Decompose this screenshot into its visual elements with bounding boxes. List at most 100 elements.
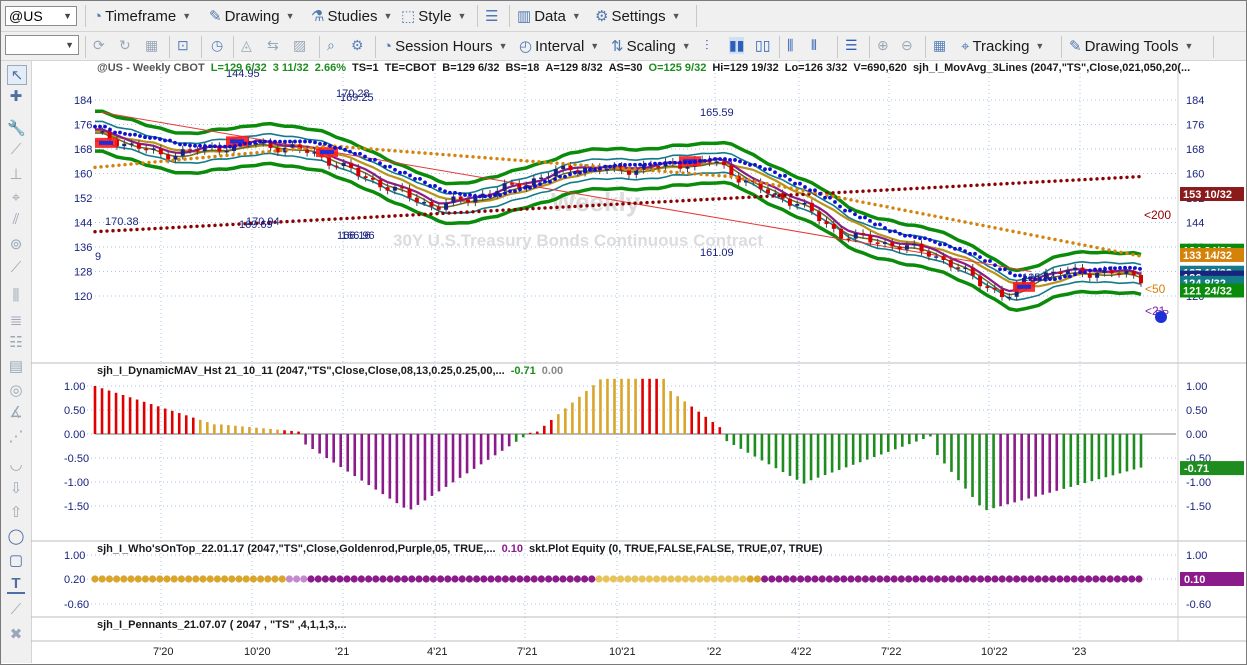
scaling-menu[interactable]: ⇅ Scaling ▼ [611,32,691,60]
ma50-dot [687,171,691,176]
arrow-down-tool-icon[interactable]: ⇩ [7,479,25,497]
ma200-dot [729,196,733,200]
candle-body [509,183,514,185]
ma200-dot [675,199,679,203]
compare-icon[interactable]: ⇆ [267,37,279,54]
fan-tool-icon[interactable]: ⋰ [7,427,25,445]
trendline-tool-icon[interactable]: ⟋ [7,259,25,276]
ma200-dot [363,215,367,220]
arc-tool-icon[interactable]: ◡ [7,455,25,473]
zoom-icon[interactable]: ⊡ [177,37,189,54]
equity-dot [861,575,870,583]
line-tool-icon[interactable]: ⟋ [7,141,25,158]
angle-tool-icon[interactable]: ∡ [7,403,25,421]
ma21-dot [398,170,402,175]
candle-body [158,148,163,155]
rectangle-tool-icon[interactable]: ▢ [7,551,25,569]
histogram-bar [332,434,335,463]
grid-view-icon[interactable]: ▦ [933,37,946,54]
toolbar-divider [233,36,234,58]
ma21-dot [828,195,832,200]
zoom-in-icon[interactable]: ⊕ [877,37,889,54]
studies-menu[interactable]: ⚗ Studies ▼ [311,1,392,31]
chart-area[interactable]: Weekly 30Y U.S.Treasury Bonds Continuous… [31,61,1246,663]
style-menu[interactable]: ⬚ Style ▼ [401,1,466,31]
equity-dot [559,575,567,583]
ma200-dot [537,206,541,210]
drawing-menu[interactable]: ✎ Drawing ▼ [209,1,295,31]
gann-tool-icon[interactable]: ⊚ [7,235,25,253]
hollow-candle-icon[interactable]: ▯▯ [755,37,770,54]
pointer-tool-icon[interactable]: ↖ [7,65,27,85]
bars-tool-icon[interactable]: ⫼ [7,287,25,304]
equity-dot [278,575,286,583]
grid-tool-icon[interactable]: ▤ [7,357,25,375]
histogram-bar [121,395,125,434]
fib-tool-icon[interactable]: ≣ [7,311,25,329]
price-axis-label-left: 152 [74,193,92,205]
chevron-down-icon: ▼ [1035,41,1045,51]
reload-icon[interactable]: ↻ [119,37,131,54]
chart-icon[interactable]: ◬ [241,37,252,54]
symbol-selector[interactable]: @US ▼ [5,6,77,26]
histogram-bar [128,397,132,434]
candle-body [290,144,295,148]
histogram-bar [922,434,925,440]
level-tool-icon[interactable]: ⌖ [7,189,25,206]
ma50-dot [657,169,661,173]
timeframe-menu[interactable]: ◔ Timeframe ▼ [93,1,191,31]
equity-dot [386,575,394,583]
pencil-icon: ✎ [209,8,222,25]
equity-dot [1020,575,1028,583]
chart-selector[interactable]: ▼ [5,35,79,55]
delete-tool-icon[interactable]: ✖ [7,625,25,643]
histogram-bar [107,390,111,434]
bar-chart-icon[interactable]: ⫶ [705,37,709,54]
grid-icon[interactable]: ▦ [145,37,158,54]
study-title: skt.Plot Equity (0, TRUE,FALSE,FALSE, TR… [528,543,823,555]
equity-dot [847,575,855,583]
text-tool-icon[interactable]: T [7,575,25,594]
search-icon[interactable]: ⌕ [327,37,335,54]
ma200-dot [969,183,973,188]
candlestick-icon[interactable]: ▮▮ [729,37,745,54]
zoom-in-bars-icon[interactable]: ⫼ [787,37,793,54]
fib-ext-tool-icon[interactable]: ☷ [7,333,25,351]
zoom-out-icon[interactable]: ⊖ [901,37,913,54]
arrow-up-tool-icon[interactable]: ⇧ [7,503,25,521]
spiral-tool-icon[interactable]: ◎ [7,381,25,399]
data-menu[interactable]: ▥ Data ▼ [517,1,581,31]
lock-tool-icon[interactable]: ⟋ [7,601,25,618]
speed-icon[interactable]: ◷ [211,37,223,54]
panel-layout-button[interactable]: ☰ [485,1,501,31]
gear-icon[interactable]: ⚙ [351,37,364,54]
wrench-tool-icon[interactable]: 🔧 [7,119,26,137]
candle-body [144,148,149,151]
ma21-dot [508,189,512,194]
ma200-dot [693,198,697,202]
drawing-tools-menu[interactable]: ✎ Drawing Tools ▼ [1069,32,1193,60]
channel-tool-icon[interactable]: ⫽ [7,211,25,228]
equity-dot [566,575,574,583]
equity-dot [429,575,437,583]
ellipse-tool-icon[interactable]: ◯ [7,527,25,545]
refresh-icon[interactable]: ⟳ [93,37,105,54]
zoom-out-bars-icon[interactable]: ⫴ [811,37,817,54]
ma200-dot [129,228,133,232]
settings-menu[interactable]: ⚙ Settings ▼ [595,1,681,31]
ruler-tool-icon[interactable]: ⊥ [7,165,25,183]
rp-marker[interactable] [1155,311,1167,323]
interval-menu[interactable]: ◴ Interval ▼ [519,32,599,60]
session-hours-menu[interactable]: ◔ Session Hours ▼ [383,32,508,60]
tracking-menu[interactable]: ⌖ Tracking ▼ [961,32,1044,60]
equity-dot [473,575,481,583]
equity-dot [285,575,293,583]
candle-body [414,197,419,203]
crosshair-tool-icon[interactable]: ✚ [7,87,25,105]
ma50-dot [933,214,937,218]
equity-dot [192,575,200,583]
ma21-dot [1113,266,1117,271]
candle-body [1124,270,1129,274]
image-icon[interactable]: ▨ [293,37,306,54]
panel-icon[interactable]: ☰ [845,37,858,54]
